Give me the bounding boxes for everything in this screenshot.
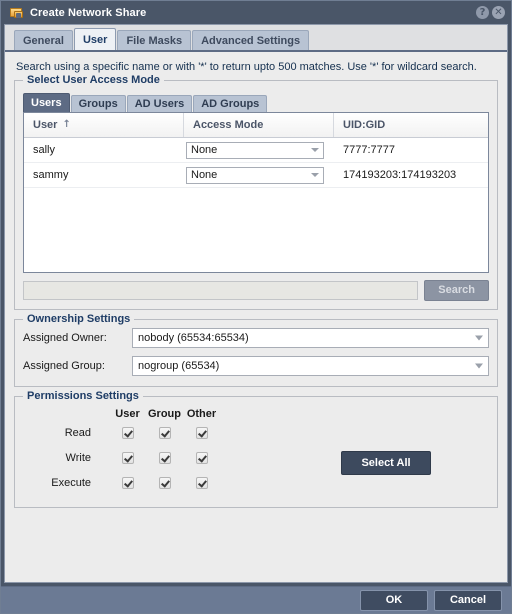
permission-label-execute: Execute xyxy=(51,476,91,489)
user-access-table: User ↑ Access Mode UID:GID sally None 77… xyxy=(23,112,489,273)
ownership-legend: Ownership Settings xyxy=(23,313,135,325)
checkbox-write-user[interactable] xyxy=(121,451,134,464)
tab-user[interactable]: User xyxy=(73,28,117,50)
chevron-down-icon xyxy=(311,173,319,177)
select-all-button[interactable]: Select All xyxy=(341,451,431,475)
column-header-uid-gid[interactable]: UID:GID xyxy=(334,113,488,137)
cell-user: sally xyxy=(33,144,56,156)
permission-row-read: Read xyxy=(23,420,489,445)
chevron-down-icon xyxy=(475,363,483,369)
assigned-group-value: nogroup (65534) xyxy=(138,360,220,372)
subtab-users[interactable]: Users xyxy=(23,93,70,112)
assigned-group-dropdown[interactable]: nogroup (65534) xyxy=(132,356,489,376)
help-icon[interactable]: ? xyxy=(476,6,489,19)
checkbox-write-other[interactable] xyxy=(195,451,208,464)
create-network-share-dialog: Create Network Share ? ✕ General User Fi… xyxy=(0,0,512,614)
cell-access-mode: None xyxy=(184,141,334,159)
access-mode-value: None xyxy=(191,144,218,156)
table-row[interactable]: sammy None 174193203:174193203 xyxy=(24,163,488,188)
permissions-matrix: User Group Other Read Write Execute Sele… xyxy=(23,397,489,495)
dialog-body: General User File Masks Advanced Setting… xyxy=(4,24,508,583)
tab-advanced-settings[interactable]: Advanced Settings xyxy=(192,30,310,50)
permissions-settings-group: Permissions Settings User Group Other Re… xyxy=(14,390,498,508)
main-tab-strip: General User File Masks Advanced Setting… xyxy=(5,25,507,52)
cell-uid-gid: 174193203:174193203 xyxy=(343,169,457,181)
chevron-down-icon xyxy=(311,148,319,152)
title-bar: Create Network Share ? ✕ xyxy=(1,1,511,24)
access-mode-legend: Select User Access Mode xyxy=(23,74,164,86)
assigned-owner-label: Assigned Owner: xyxy=(23,332,107,344)
permissions-header-group: Group xyxy=(148,408,181,420)
search-row: Search xyxy=(23,280,489,301)
assigned-group-row: Assigned Group: nogroup (65534) xyxy=(23,356,489,376)
checkbox-read-group[interactable] xyxy=(158,426,171,439)
ownership-settings-group: Ownership Settings Assigned Owner: nobod… xyxy=(14,313,498,387)
search-input[interactable] xyxy=(23,281,419,300)
table-header-row: User ↑ Access Mode UID:GID xyxy=(24,113,488,138)
close-icon[interactable]: ✕ xyxy=(492,6,505,19)
checkbox-execute-group[interactable] xyxy=(158,476,171,489)
window-title: Create Network Share xyxy=(30,6,147,19)
sort-ascending-icon: ↑ xyxy=(62,119,71,130)
assigned-owner-value: nobody (65534:65534) xyxy=(138,332,249,344)
access-mode-tab-strip: Users Groups AD Users AD Groups xyxy=(23,93,489,112)
checkbox-read-other[interactable] xyxy=(195,426,208,439)
dialog-footer: OK Cancel xyxy=(1,586,511,613)
assigned-owner-dropdown[interactable]: nobody (65534:65534) xyxy=(132,328,489,348)
assigned-group-label: Assigned Group: xyxy=(23,360,105,372)
permissions-header-user: User xyxy=(115,408,140,420)
column-header-user-label: User xyxy=(33,119,58,131)
title-bar-buttons: ? ✕ xyxy=(476,6,505,19)
assigned-owner-row: Assigned Owner: nobody (65534:65534) xyxy=(23,328,489,348)
subtab-groups[interactable]: Groups xyxy=(70,95,126,112)
access-mode-dropdown[interactable]: None xyxy=(186,141,324,159)
checkbox-execute-user[interactable] xyxy=(121,476,134,489)
permissions-header-other: Other xyxy=(186,408,217,420)
permission-label-write: Write xyxy=(65,451,91,464)
cancel-button[interactable]: Cancel xyxy=(434,589,502,611)
subtab-ad-users[interactable]: AD Users xyxy=(126,95,193,112)
tab-content-user: Search using a specific name or with '*'… xyxy=(5,52,507,582)
ok-button[interactable]: OK xyxy=(360,589,428,611)
checkbox-write-group[interactable] xyxy=(158,451,171,464)
cell-user: sammy xyxy=(33,169,69,181)
table-row[interactable]: sally None 7777:7777 xyxy=(24,138,488,163)
permission-label-read: Read xyxy=(64,426,91,439)
permissions-column-headers: User Group Other xyxy=(109,408,489,420)
access-mode-value: None xyxy=(191,169,218,181)
cell-uid-gid: 7777:7777 xyxy=(343,144,395,156)
access-mode-dropdown[interactable]: None xyxy=(186,166,324,184)
select-user-access-mode-group: Select User Access Mode Users Groups AD … xyxy=(14,74,498,310)
chevron-down-icon xyxy=(475,335,483,341)
column-header-user[interactable]: User ↑ xyxy=(24,113,184,137)
cell-access-mode: None xyxy=(184,166,334,184)
search-button[interactable]: Search xyxy=(424,280,489,301)
checkbox-execute-other[interactable] xyxy=(195,476,208,489)
subtab-ad-groups[interactable]: AD Groups xyxy=(193,95,268,112)
checkbox-read-user[interactable] xyxy=(121,426,134,439)
tab-file-masks[interactable]: File Masks xyxy=(117,30,192,50)
tab-general[interactable]: General xyxy=(14,30,73,50)
network-share-icon xyxy=(10,7,24,19)
column-header-access-mode[interactable]: Access Mode xyxy=(184,113,334,137)
